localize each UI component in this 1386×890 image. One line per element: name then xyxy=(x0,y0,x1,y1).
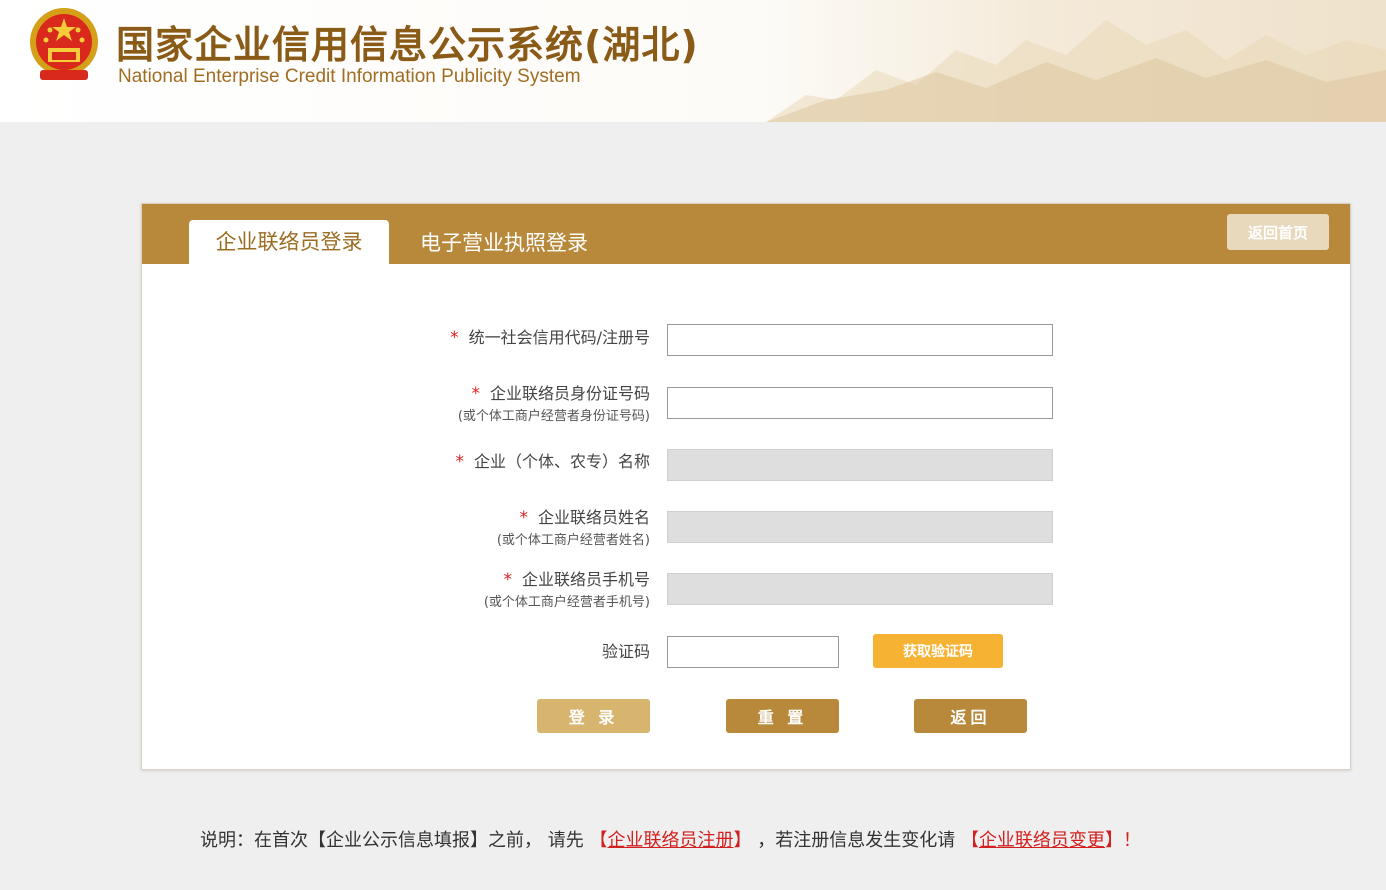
id-number-input[interactable] xyxy=(667,387,1053,419)
tab-bar: 企业联络员登录 电子营业执照登录 返回首页 xyxy=(142,204,1350,264)
required-mark: * xyxy=(450,328,459,348)
bracket-close: 】 xyxy=(733,830,752,851)
phone-label: 企业联络员手机号 xyxy=(521,570,650,589)
required-mark: * xyxy=(503,570,512,590)
contact-change-link[interactable]: 企业联络员变更 xyxy=(979,830,1105,851)
phone-label-group: * 企业联络员手机号 (或个体工商户经营者手机号) xyxy=(484,570,650,612)
tab-contact-login[interactable]: 企业联络员登录 xyxy=(189,220,389,264)
note-prefix: 说明：在首次【企业公示信息填报】之前， 请先 xyxy=(200,830,584,851)
mountain-landscape-decoration xyxy=(766,20,1386,122)
note-middle: ，若注册信息发生变化请 xyxy=(757,830,956,851)
bracket-close: 】 xyxy=(1104,830,1123,851)
captcha-label-group: 验证码 xyxy=(602,642,650,662)
site-title: 国家企业信用信息公示系统(湖北) xyxy=(116,23,699,67)
site-header: 国家企业信用信息公示系统(湖北) National Enterprise Cre… xyxy=(0,0,1386,122)
credit-code-input[interactable] xyxy=(667,324,1053,356)
credit-code-label-group: * 统一社会信用代码/注册号 xyxy=(450,328,650,348)
contact-name-sublabel: (或个体工商户经营者姓名) xyxy=(496,533,650,548)
id-number-sublabel: (或个体工商户经营者身份证号码) xyxy=(457,409,650,424)
bracket-open: 【 xyxy=(589,830,608,851)
reset-button[interactable]: 重 置 xyxy=(726,699,839,733)
phone-sublabel: (或个体工商户经营者手机号) xyxy=(483,595,650,610)
phone-input xyxy=(667,573,1053,605)
login-panel: 企业联络员登录 电子营业执照登录 返回首页 * 统一社会信用代码/注册号 * 企业联… xyxy=(141,203,1351,770)
captcha-label: 验证码 xyxy=(601,642,650,661)
required-mark: * xyxy=(519,508,528,528)
required-mark: * xyxy=(455,452,464,472)
bracket-open: 【 xyxy=(960,830,979,851)
national-emblem-icon xyxy=(30,8,98,80)
contact-name-input xyxy=(667,511,1053,543)
tab-e-license-login[interactable]: 电子营业执照登录 xyxy=(420,221,588,265)
id-number-label-group: * 企业联络员身份证号码 (或个体工商户经营者身份证号码) xyxy=(458,384,650,426)
login-button[interactable]: 登 录 xyxy=(537,699,650,733)
company-name-label: 企业（个体、农专）名称 xyxy=(473,452,650,471)
back-to-home-button[interactable]: 返回首页 xyxy=(1227,214,1329,250)
note-suffix: ！ xyxy=(1122,830,1141,851)
credit-code-label: 统一社会信用代码/注册号 xyxy=(468,328,650,347)
get-captcha-button[interactable]: 获取验证码 xyxy=(873,634,1003,668)
company-name-label-group: * 企业（个体、农专）名称 xyxy=(455,452,650,472)
captcha-input[interactable] xyxy=(667,636,839,668)
instruction-note: 说明：在首次【企业公示信息填报】之前， 请先 【企业联络员注册】 ，若注册信息发… xyxy=(200,826,1141,852)
contact-register-link[interactable]: 企业联络员注册 xyxy=(607,830,733,851)
company-name-input xyxy=(667,449,1053,481)
contact-name-label: 企业联络员姓名 xyxy=(537,508,650,527)
required-mark: * xyxy=(471,384,480,404)
contact-name-label-group: * 企业联络员姓名 (或个体工商户经营者姓名) xyxy=(497,508,650,550)
back-button[interactable]: 返回 xyxy=(914,699,1027,733)
site-subtitle: National Enterprise Credit Information P… xyxy=(118,66,581,87)
id-number-label: 企业联络员身份证号码 xyxy=(489,384,650,403)
